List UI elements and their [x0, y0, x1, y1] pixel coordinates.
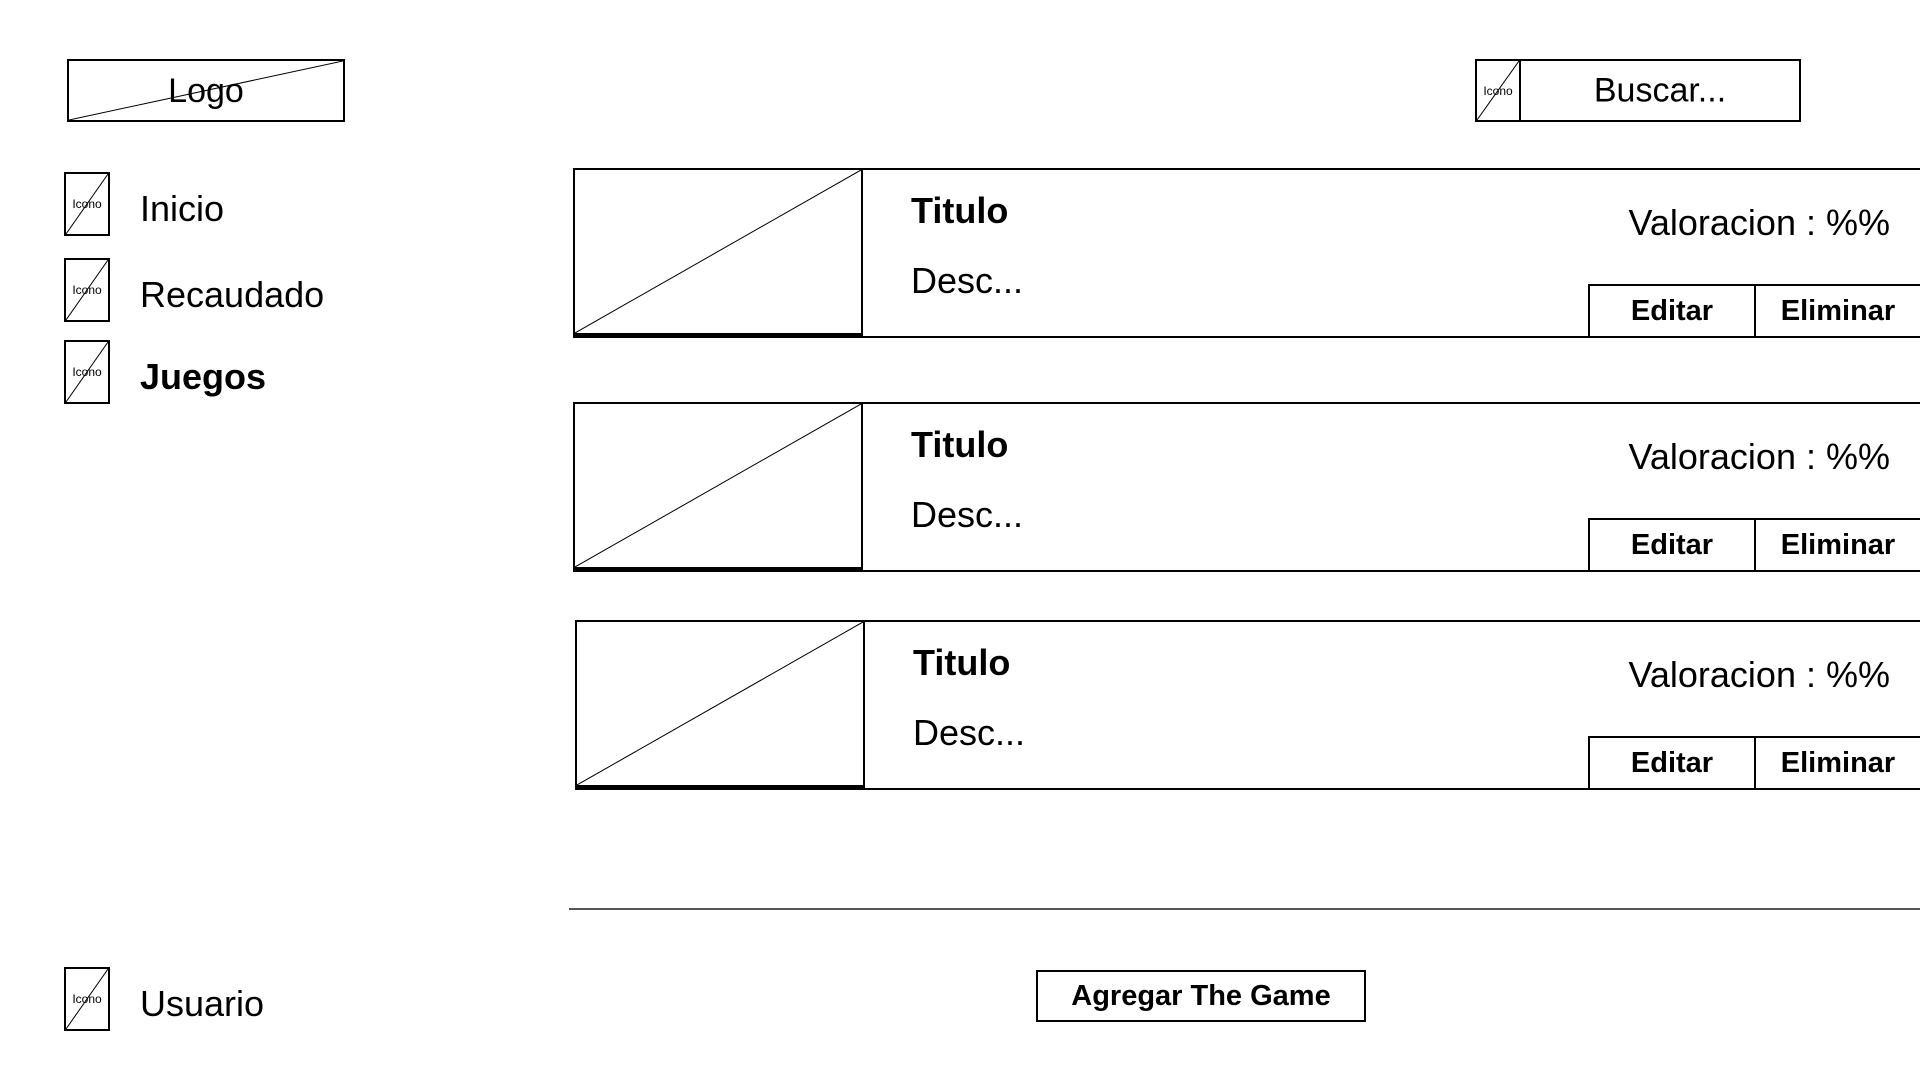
divider	[569, 908, 1920, 910]
game-description: Desc...	[911, 260, 1024, 301]
add-game-button[interactable]: Agregar The Game	[1036, 970, 1366, 1022]
sidebar-item-label: Juegos	[140, 356, 267, 398]
game-image-placeholder	[575, 404, 863, 570]
logo-label: Logo	[168, 71, 244, 110]
game-card: Titulo Desc... Valoracion : %% Editar El…	[573, 402, 1920, 572]
game-rating: Valoracion : %%	[1628, 202, 1890, 243]
game-description: Desc...	[911, 494, 1024, 535]
user-icon: Icono	[64, 967, 110, 1031]
sidebar-item-usuario[interactable]: Icono Usuario	[64, 967, 394, 1031]
edit-button[interactable]: Editar	[1588, 518, 1756, 570]
delete-button[interactable]: Eliminar	[1756, 736, 1920, 788]
home-icon: Icono	[64, 172, 110, 236]
game-actions: Editar Eliminar	[1588, 284, 1920, 336]
delete-button[interactable]: Eliminar	[1756, 284, 1920, 336]
game-rating: Valoracion : %%	[1628, 436, 1890, 477]
search-box[interactable]: Icono Buscar...	[1475, 59, 1801, 122]
sidebar-item-recaudado[interactable]: Icono Recaudado	[64, 258, 394, 322]
sidebar-item-juegos[interactable]: Icono Juegos	[64, 340, 394, 404]
icon-label: Icono	[72, 197, 102, 211]
sidebar-item-inicio[interactable]: Icono Inicio	[64, 172, 394, 236]
icon-label: Icono	[72, 365, 102, 379]
game-description: Desc...	[913, 712, 1026, 753]
sidebar-item-label: Recaudado	[140, 274, 325, 316]
logo[interactable]: Logo	[67, 59, 345, 122]
game-image-placeholder	[575, 170, 863, 336]
search-icon[interactable]: Icono	[1477, 61, 1521, 120]
sidebar-user-label: Usuario	[140, 983, 265, 1025]
search-icon-label: Icono	[1483, 83, 1513, 98]
delete-button[interactable]: Eliminar	[1756, 518, 1920, 570]
edit-button[interactable]: Editar	[1588, 736, 1756, 788]
game-image-placeholder	[577, 622, 865, 788]
icon-label: Icono	[72, 283, 102, 297]
game-title: Titulo	[913, 642, 1011, 683]
game-rating: Valoracion : %%	[1628, 654, 1890, 695]
game-title: Titulo	[911, 190, 1009, 231]
revenue-icon: Icono	[64, 258, 110, 322]
game-actions: Editar Eliminar	[1588, 518, 1920, 570]
games-icon: Icono	[64, 340, 110, 404]
search-input[interactable]: Buscar...	[1521, 71, 1799, 110]
game-title: Titulo	[911, 424, 1009, 465]
sidebar-item-label: Inicio	[140, 188, 225, 230]
game-card: Titulo Desc... Valoracion : %% Editar El…	[575, 620, 1920, 790]
game-card: Titulo Desc... Valoracion : %% Editar El…	[573, 168, 1920, 338]
game-actions: Editar Eliminar	[1588, 736, 1920, 788]
edit-button[interactable]: Editar	[1588, 284, 1756, 336]
icon-label: Icono	[72, 992, 102, 1006]
